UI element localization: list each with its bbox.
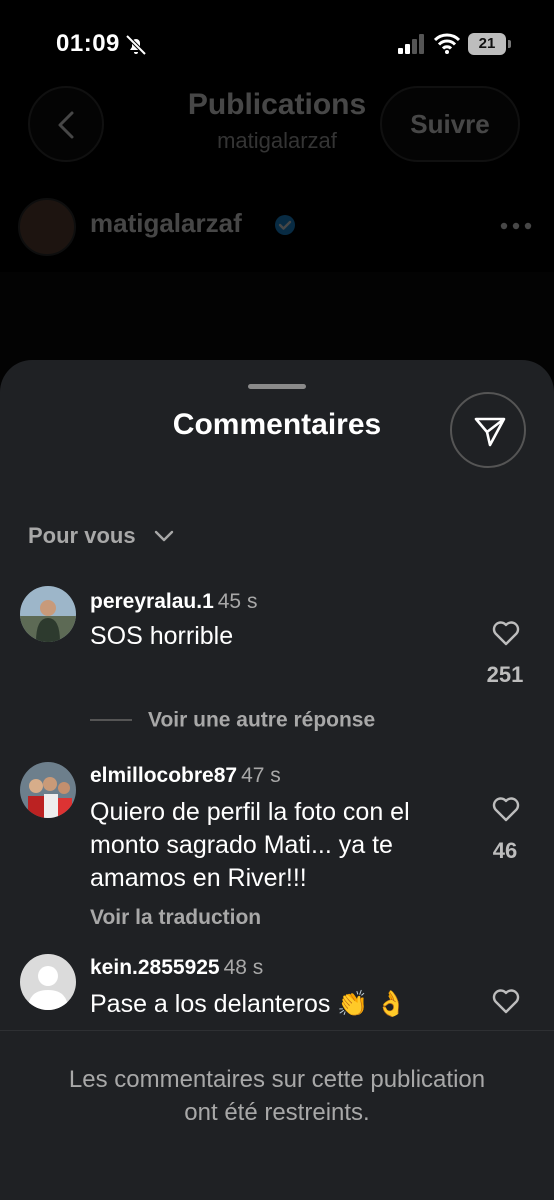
chevron-down-icon: [154, 530, 173, 542]
comment-username[interactable]: pereyralau.1: [90, 590, 214, 613]
more-options-icon[interactable]: [500, 222, 532, 230]
comment-timestamp: 45 s: [217, 590, 258, 613]
comment-timestamp: 47 s: [241, 764, 281, 787]
wifi-icon: [434, 33, 460, 54]
like-count: 46: [492, 838, 518, 863]
view-more-replies-label: Voir une autre réponse: [148, 708, 376, 732]
comment-timestamp: 48 s: [223, 956, 264, 979]
comments-sheet: Commentaires Pour vous pereyralau.1 45 s …: [0, 360, 554, 1200]
send-icon: [474, 417, 506, 447]
post-author-avatar[interactable]: [18, 198, 76, 256]
view-more-replies-button[interactable]: Voir une autre réponse: [90, 708, 375, 736]
restricted-comments-notice: Les commentaires sur cette publication o…: [68, 1066, 486, 1126]
like-count: 251: [486, 662, 524, 687]
verified-badge-icon: [275, 215, 295, 235]
heart-icon[interactable]: [492, 620, 520, 646]
commenter-avatar[interactable]: [20, 954, 76, 1010]
comment-sort-dropdown[interactable]: Pour vous: [28, 522, 174, 552]
post-author-username[interactable]: matigalarzaf: [90, 208, 242, 239]
sort-label: Pour vous: [28, 523, 136, 549]
battery-tip: [508, 40, 511, 48]
bell-off-icon: [125, 34, 147, 56]
status-time: 01:09: [56, 30, 120, 57]
comment-text: Quiero de perfil la foto con el monto sa…: [90, 798, 410, 892]
heart-icon[interactable]: [492, 796, 520, 822]
comment-text: Pase a los delanteros 👏 👌: [90, 990, 407, 1018]
comment-text: SOS horrible: [90, 622, 234, 650]
heart-icon[interactable]: [492, 988, 520, 1014]
share-button[interactable]: [450, 392, 526, 468]
sheet-grab-handle[interactable]: [248, 384, 306, 389]
commenter-avatar[interactable]: [20, 586, 76, 642]
restricted-comments-footer: Les commentaires sur cette publication o…: [0, 1030, 554, 1200]
reply-thread-line: [90, 719, 132, 722]
status-bar: 01:09 21: [0, 0, 554, 90]
comment-username[interactable]: elmillocobre87: [90, 764, 237, 787]
follow-button[interactable]: Suivre: [380, 86, 520, 162]
comment-username[interactable]: kein.2855925: [90, 956, 220, 979]
battery-indicator: 21: [468, 33, 506, 55]
cell-signal-icon: [398, 34, 424, 54]
default-avatar-icon: [20, 954, 76, 1010]
commenter-avatar[interactable]: [20, 762, 76, 818]
see-translation-link[interactable]: Voir la traduction: [90, 906, 261, 930]
